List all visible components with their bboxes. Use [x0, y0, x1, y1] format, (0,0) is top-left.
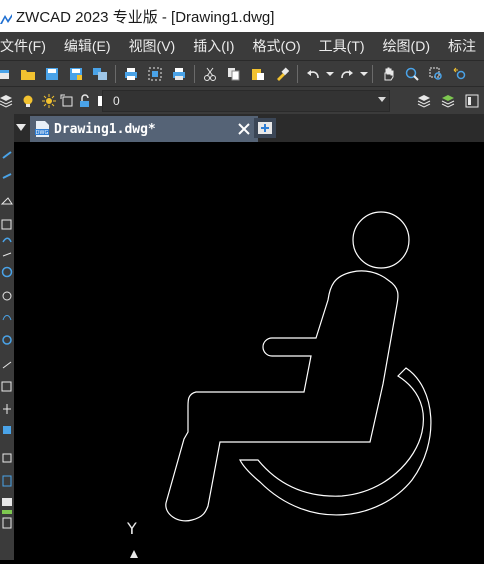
plot-icon[interactable] [123, 66, 139, 82]
layer-thaw-sun-icon[interactable] [41, 93, 57, 109]
pan-icon[interactable] [380, 66, 396, 82]
menu-bar: 文件(F) 编辑(E) 视图(V) 插入(I) 格式(O) 工具(T) 绘图(D… [0, 32, 484, 60]
save-icon[interactable] [44, 66, 60, 82]
paste-icon[interactable] [250, 66, 266, 82]
cut-icon[interactable] [202, 66, 218, 82]
layer-viewport-icon[interactable] [59, 93, 75, 109]
drawing-canvas[interactable]: Y [14, 142, 484, 560]
plot-preview-icon[interactable] [147, 66, 163, 82]
title-bar: ZWCAD 2023 专业版 - [Drawing1.dwg] [0, 0, 484, 32]
redo-icon[interactable] [339, 66, 355, 82]
standard-toolbar [0, 60, 484, 87]
toolbar-separator [297, 65, 298, 83]
layer-on-bulb-icon[interactable] [20, 93, 36, 109]
document-tab-bar: DWG Drawing1.dwg* [14, 114, 484, 142]
layer-state-icon[interactable] [440, 93, 456, 109]
chevron-down-icon[interactable] [378, 97, 386, 102]
layer-current-name: 0 [113, 94, 120, 108]
match-properties-icon[interactable] [274, 66, 290, 82]
draw-toolbar-left [0, 114, 14, 560]
menu-draw[interactable]: 绘图(D) [374, 36, 439, 56]
layer-isolate-icon[interactable] [464, 93, 480, 109]
draw-tools-strip[interactable] [0, 114, 14, 560]
ucs-y-label: Y [126, 519, 137, 538]
svg-text:DWG: DWG [36, 130, 49, 136]
copy-icon[interactable] [226, 66, 242, 82]
menu-file[interactable]: 文件(F) [0, 36, 55, 56]
menu-format[interactable]: 格式(O) [243, 36, 309, 56]
dwg-file-icon: DWG [34, 120, 50, 138]
window-title: ZWCAD 2023 专业版 - [Drawing1.dwg] [16, 8, 275, 26]
undo-icon[interactable] [305, 66, 321, 82]
close-tab-icon[interactable] [236, 121, 252, 137]
menu-edit[interactable]: 编辑(E) [55, 36, 120, 56]
menu-tools[interactable]: 工具(T) [310, 36, 374, 56]
menu-insert[interactable]: 插入(I) [184, 36, 243, 56]
new-icon[interactable] [0, 66, 12, 82]
menu-view[interactable]: 视图(V) [120, 36, 185, 56]
tab-drawing1-label: Drawing1.dwg* [54, 121, 156, 137]
layer-manager-icon[interactable] [0, 93, 14, 109]
drawing-body-outline [165, 270, 399, 522]
undo-dropdown-icon[interactable] [326, 66, 334, 82]
zoom-realtime-icon[interactable] [404, 66, 420, 82]
publish-icon[interactable] [92, 66, 108, 82]
zoom-window-icon[interactable] [428, 66, 444, 82]
drawing-head-circle [352, 211, 410, 269]
toolbar-separator [115, 65, 116, 83]
menu-dimension[interactable]: 标注 [439, 36, 484, 56]
tab-list-dropdown-icon[interactable] [14, 120, 28, 136]
plot-setup-icon[interactable] [171, 66, 187, 82]
ucs-y-axis-arrow [130, 550, 138, 558]
layer-dropdown[interactable]: 0 [102, 90, 390, 112]
redo-dropdown-icon[interactable] [360, 66, 368, 82]
zwcad-logo-icon [0, 10, 12, 24]
drawing-svg: Y [126, 211, 432, 558]
new-tab-button[interactable] [254, 118, 276, 138]
toolbar-separator [194, 65, 195, 83]
zoom-previous-icon[interactable] [452, 66, 468, 82]
toolbar-separator [372, 65, 373, 83]
tab-drawing1[interactable]: DWG Drawing1.dwg* [30, 116, 258, 142]
layer-previous-icon[interactable] [416, 93, 432, 109]
save-as-icon[interactable] [68, 66, 84, 82]
layer-unlock-icon[interactable] [77, 93, 93, 109]
open-icon[interactable] [20, 66, 36, 82]
